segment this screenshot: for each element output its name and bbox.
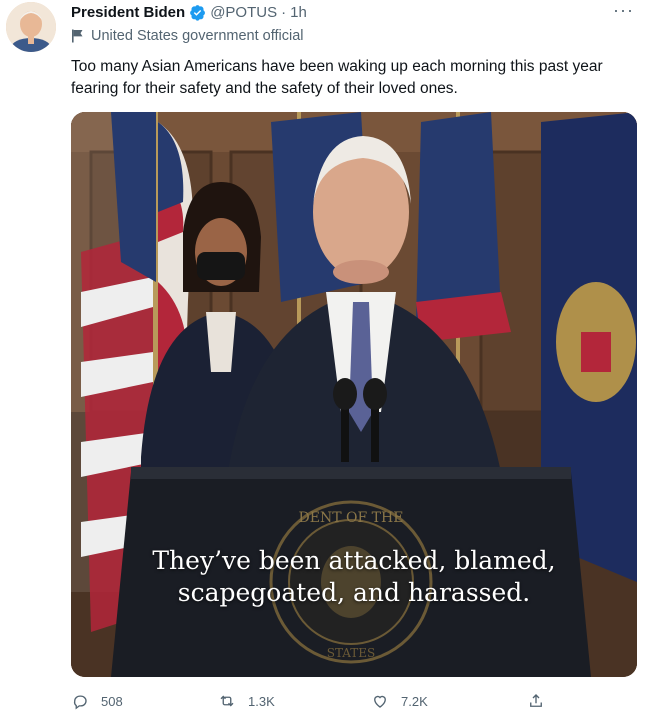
reply-icon: [73, 695, 87, 710]
tweet-text: Too many Asian Americans have been wakin…: [71, 58, 603, 97]
seal-text-bottom: STATES: [327, 646, 376, 660]
retweet-button[interactable]: 1.3K: [218, 692, 275, 710]
author-handle[interactable]: @POTUS: [210, 4, 277, 21]
author-name[interactable]: President Biden: [71, 4, 185, 21]
government-label-text[interactable]: United States government official: [91, 28, 304, 44]
like-count: 7.2K: [401, 693, 428, 709]
share-icon: [530, 694, 542, 707]
government-label: United States government official: [71, 28, 304, 44]
retweet-count: 1.3K: [248, 693, 275, 709]
verified-badge-icon: [189, 4, 206, 21]
tweet-actions: 508 1.3K 7.2K: [71, 692, 631, 714]
retweet-icon: [220, 695, 234, 707]
government-flag-icon: [71, 29, 84, 43]
reply-button[interactable]: 508: [71, 692, 123, 710]
tweet-header: President Biden @POTUS · 1h: [71, 2, 307, 22]
seal-text: DENT OF THE: [299, 510, 404, 526]
video-caption-line-1: They’ve been attacked, blamed,: [152, 546, 556, 575]
video-caption-line-2: scapegoated, and harassed.: [177, 578, 531, 607]
like-icon: [374, 695, 386, 708]
avatar[interactable]: [6, 2, 56, 52]
tweet-video[interactable]: DENT OF THE STATES They’ve been attacked…: [71, 112, 637, 677]
tweet: President Biden @POTUS · 1h ··· United S…: [0, 0, 650, 725]
tweet-timestamp[interactable]: 1h: [290, 4, 307, 21]
more-icon[interactable]: ···: [613, 0, 634, 21]
reply-count: 508: [101, 693, 123, 709]
share-button[interactable]: [527, 692, 557, 710]
like-button[interactable]: 7.2K: [371, 692, 428, 710]
separator-dot: ·: [281, 3, 287, 21]
